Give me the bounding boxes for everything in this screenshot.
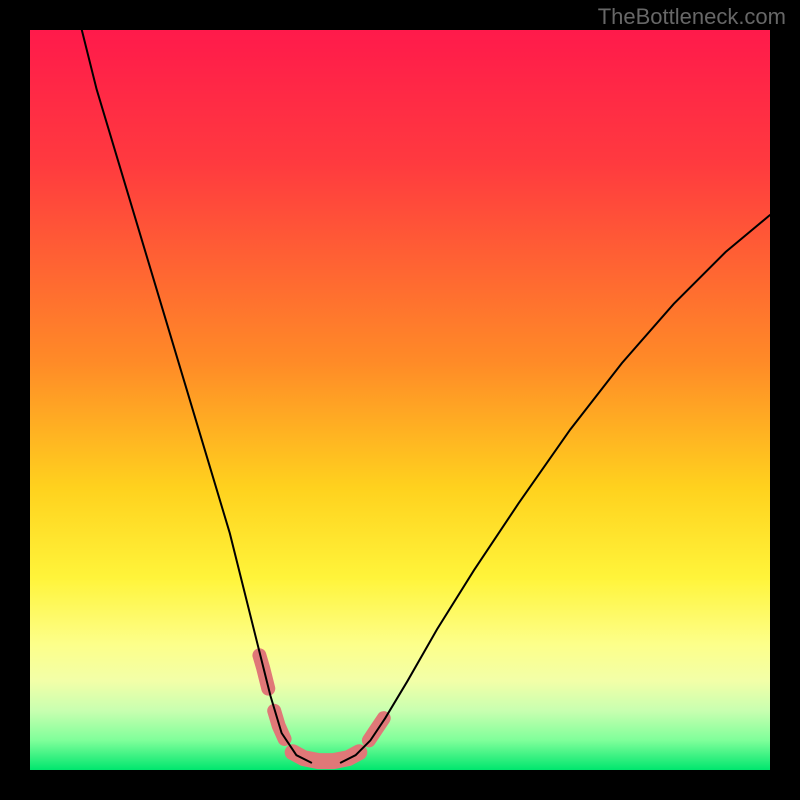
markers-bottom-bridge	[293, 752, 360, 761]
plot-area	[30, 30, 770, 770]
chart-frame: TheBottleneck.com	[0, 0, 800, 800]
watermark-text: TheBottleneck.com	[598, 4, 786, 30]
chart-svg	[30, 30, 770, 770]
gradient-background	[30, 30, 770, 770]
